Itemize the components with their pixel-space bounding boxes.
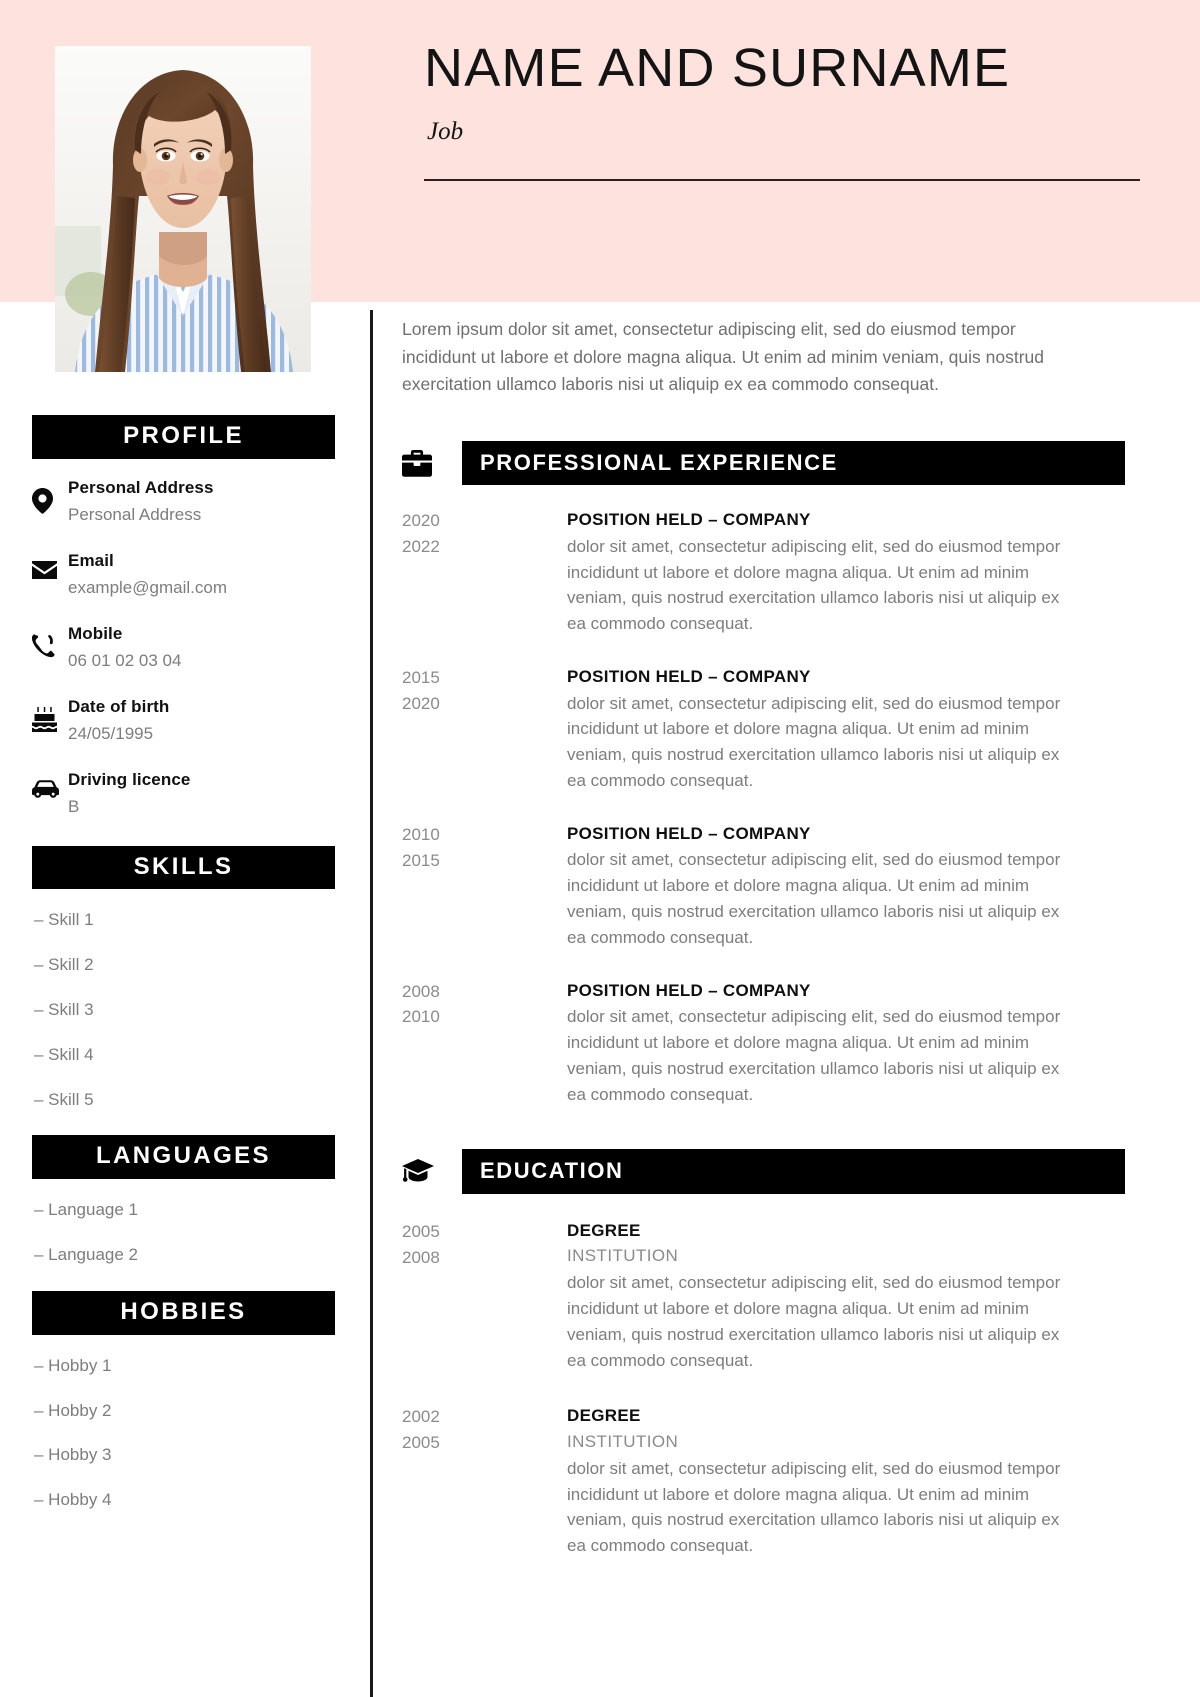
list-item: – Language 1 <box>34 1200 138 1220</box>
profile-summary-paragraph: Lorem ipsum dolor sit amet, consectetur … <box>402 319 1045 395</box>
section-title-education: EDUCATION <box>462 1149 1125 1194</box>
profile-label-birthdate: Date of birth <box>68 697 170 717</box>
entry-title: DEGREE <box>567 1406 641 1426</box>
list-item: – Skill 3 <box>34 1000 94 1020</box>
list-item: – Hobby 2 <box>34 1400 112 1420</box>
entry-year-start: 2020 <box>402 511 440 531</box>
header-divider-rule <box>424 179 1140 181</box>
entry-title: DEGREE <box>567 1220 641 1240</box>
entry-title: POSITION HELD – COMPANY <box>567 823 811 843</box>
section-header-experience: PROFESSIONAL EXPERIENCE <box>402 440 1142 486</box>
entry-institution: INSTITUTION <box>567 1246 679 1266</box>
sidebar-section-languages: LANGUAGES – Language 1 – Language 2 <box>32 1135 335 1266</box>
entry-date-range: 2005 2008 <box>402 1218 567 1271</box>
education-entry: 2002 2005 DEGREE INSTITUTION dolor sit a… <box>402 1403 1142 1559</box>
resume-page: NAME AND SURNAME Job PROFILE Personal Ad… <box>0 0 1200 1697</box>
entry-year-start: 2002 <box>402 1407 440 1427</box>
sidebar-section-skills: SKILLS – Skill 1 – Skill 2 – Skill 3 – S… <box>32 845 335 1112</box>
entry-description: dolor sit amet, consectetur adipiscing e… <box>567 1007 1061 1104</box>
entry-date-range: 2002 2005 <box>402 1403 567 1456</box>
education-entry: 2005 2008 DEGREE INSTITUTION dolor sit a… <box>402 1218 1142 1374</box>
profile-value-driving-licence: B <box>68 797 80 817</box>
sidebar-section-hobbies: HOBBIES – Hobby 1 – Hobby 2 – Hobby 3 – … <box>32 1290 335 1512</box>
entry-year-end: 2015 <box>402 850 440 870</box>
experience-entry: 2020 2022 POSITION HELD – COMPANY dolor … <box>402 507 1142 637</box>
list-item: – Skill 4 <box>34 1044 94 1064</box>
experience-entry: 2008 2010 POSITION HELD – COMPANY dolor … <box>402 978 1142 1108</box>
profile-label-mobile: Mobile <box>68 624 123 644</box>
section-header-education: EDUCATION <box>402 1149 1142 1194</box>
profile-photo <box>55 46 311 372</box>
column-divider <box>370 310 373 1697</box>
entry-description: dolor sit amet, consectetur adipiscing e… <box>567 1273 1061 1370</box>
languages-list: – Language 1 – Language 2 <box>32 1198 335 1267</box>
profile-item-address: Personal Address Personal Address <box>32 475 335 527</box>
entry-description: dolor sit amet, consectetur adipiscing e… <box>567 1458 1061 1556</box>
header-title-block: NAME AND SURNAME Job <box>424 40 1144 144</box>
phone-icon <box>32 621 68 658</box>
entry-date-range: 2010 2015 <box>402 821 567 874</box>
entry-year-start: 2010 <box>402 824 440 844</box>
entry-year-start: 2005 <box>402 1221 440 1241</box>
experience-entry: 2010 2015 POSITION HELD – COMPANY dolor … <box>402 821 1142 951</box>
list-item: – Language 2 <box>34 1245 138 1265</box>
briefcase-icon <box>402 449 462 477</box>
experience-entries: 2020 2022 POSITION HELD – COMPANY dolor … <box>402 507 1142 1107</box>
entry-year-end: 2010 <box>402 1007 440 1027</box>
profile-item-mobile: Mobile 06 01 02 03 04 <box>32 621 335 673</box>
hobbies-list: – Hobby 1 – Hobby 2 – Hobby 3 – Hobby 4 <box>32 1354 335 1512</box>
entry-description: dolor sit amet, consectetur adipiscing e… <box>567 693 1061 791</box>
sidebar-heading-skills: SKILLS <box>32 845 335 890</box>
profile-label-address: Personal Address <box>68 477 214 497</box>
list-item: – Skill 1 <box>34 910 94 930</box>
list-item: – Skill 5 <box>34 1089 94 1109</box>
entry-date-range: 2008 2010 <box>402 978 567 1031</box>
entry-date-range: 2020 2022 <box>402 507 567 560</box>
birthday-cake-icon <box>32 694 68 733</box>
experience-entry: 2015 2020 POSITION HELD – COMPANY dolor … <box>402 664 1142 794</box>
entry-title: POSITION HELD – COMPANY <box>567 510 811 530</box>
profile-contact-list: Personal Address Personal Address Email … <box>32 475 335 820</box>
entry-description: dolor sit amet, consectetur adipiscing e… <box>567 850 1061 947</box>
skills-list: – Skill 1 – Skill 2 – Skill 3 – Skill 4 … <box>32 908 335 1111</box>
page-title: NAME AND SURNAME <box>424 38 1011 98</box>
envelope-icon <box>32 548 68 580</box>
entry-year-end: 2022 <box>402 537 440 557</box>
sidebar-heading-languages: LANGUAGES <box>32 1135 335 1180</box>
sidebar-heading-hobbies: HOBBIES <box>32 1290 335 1335</box>
entry-date-range: 2015 2020 <box>402 664 567 717</box>
profile-value-mobile: 06 01 02 03 04 <box>68 650 182 670</box>
entry-year-start: 2015 <box>402 668 440 688</box>
profile-label-email: Email <box>68 551 114 571</box>
section-title-experience: PROFESSIONAL EXPERIENCE <box>462 440 1125 486</box>
list-item: – Hobby 4 <box>34 1490 112 1510</box>
entry-description: dolor sit amet, consectetur adipiscing e… <box>567 536 1061 634</box>
education-entries: 2005 2008 DEGREE INSTITUTION dolor sit a… <box>402 1218 1142 1559</box>
entry-year-end: 2005 <box>402 1433 440 1453</box>
list-item: – Hobby 1 <box>34 1355 112 1375</box>
job-subtitle: Job <box>427 117 464 145</box>
main-content: Lorem ipsum dolor sit amet, consectetur … <box>402 316 1142 1589</box>
car-icon <box>32 767 68 799</box>
sidebar: PROFILE Personal Address Personal Addres… <box>32 415 335 1533</box>
list-item: – Hobby 3 <box>34 1445 112 1465</box>
list-item: – Skill 2 <box>34 955 94 975</box>
profile-item-email: Email example@gmail.com <box>32 548 335 600</box>
entry-year-start: 2008 <box>402 981 440 1001</box>
entry-institution: INSTITUTION <box>567 1431 679 1451</box>
profile-item-birthdate: Date of birth 24/05/1995 <box>32 694 335 746</box>
entry-title: POSITION HELD – COMPANY <box>567 980 811 1000</box>
profile-item-driving-licence: Driving licence B <box>32 767 335 819</box>
entry-year-end: 2020 <box>402 693 440 713</box>
profile-value-address: Personal Address <box>68 504 202 524</box>
profile-value-birthdate: 24/05/1995 <box>68 723 154 743</box>
graduation-cap-icon <box>402 1159 462 1184</box>
portrait-photo-graphic <box>55 46 311 372</box>
sidebar-heading-profile: PROFILE <box>32 415 335 459</box>
entry-year-end: 2008 <box>402 1247 440 1267</box>
entry-title: POSITION HELD – COMPANY <box>567 667 811 687</box>
location-pin-icon <box>32 475 68 514</box>
profile-value-email: example@gmail.com <box>68 577 227 597</box>
profile-label-driving-licence: Driving licence <box>68 770 191 790</box>
